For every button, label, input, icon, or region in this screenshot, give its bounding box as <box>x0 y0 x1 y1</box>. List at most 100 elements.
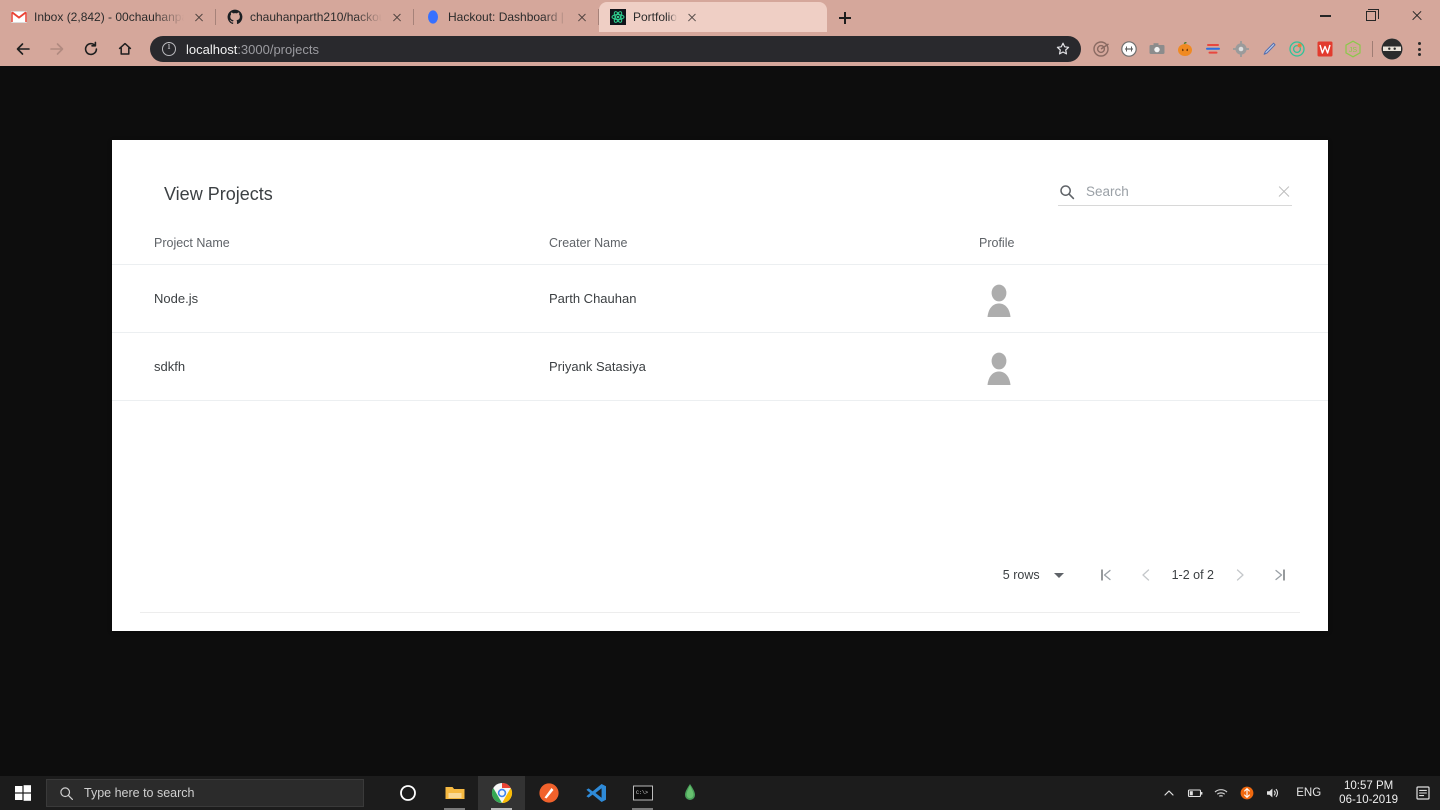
robo3t-icon[interactable] <box>666 776 713 810</box>
cortana-icon[interactable] <box>384 776 431 810</box>
chevron-down-icon <box>1053 572 1064 578</box>
cell-project-name: sdkfh <box>112 332 549 401</box>
taskbar-clock[interactable]: 10:57 PM 06-10-2019 <box>1331 779 1406 807</box>
search-input[interactable] <box>1086 184 1276 199</box>
extensions-bar: JS <box>1087 35 1434 63</box>
svg-text:JS: JS <box>1349 47 1358 54</box>
file-explorer-icon[interactable] <box>431 776 478 810</box>
tracker-icon[interactable] <box>1283 35 1311 63</box>
browser-tab-3[interactable]: Hackout: Dashboard | Devfolio <box>414 2 599 32</box>
gear-icon[interactable] <box>1227 35 1255 63</box>
column-header-project-name[interactable]: Project Name <box>112 236 549 265</box>
table-header-row: Project Name Creater Name Profile <box>112 236 1328 265</box>
reload-button[interactable] <box>77 35 105 63</box>
browser-tab-title: Hackout: Dashboard | Devfolio <box>448 10 567 24</box>
browser-tab-1[interactable]: Inbox (2,842) - 00chauhanparth@ <box>0 2 216 32</box>
column-header-profile[interactable]: Profile <box>979 236 1328 265</box>
chrome-icon[interactable] <box>478 776 525 810</box>
table-row[interactable]: Node.js Parth Chauhan <box>112 264 1328 333</box>
first-page-button[interactable] <box>1086 555 1126 595</box>
search-icon <box>60 786 73 800</box>
windows-taskbar: Type here to search C:\> ENG 10:57 PM 06… <box>0 776 1440 810</box>
gmail-icon <box>11 9 27 25</box>
table-header: Project Name Creater Name Profile <box>112 236 1328 265</box>
new-tab-button[interactable] <box>831 4 859 32</box>
taskbar-search-placeholder: Type here to search <box>84 786 195 800</box>
clock-icon[interactable] <box>1115 35 1143 63</box>
start-button[interactable] <box>0 776 46 810</box>
camera-icon[interactable] <box>1143 35 1171 63</box>
wappalyzer-icon[interactable] <box>1311 35 1339 63</box>
last-page-button[interactable] <box>1260 555 1300 595</box>
browser-tab-4[interactable]: Portfolio <box>599 2 827 32</box>
chrome-menu-button[interactable] <box>1406 35 1432 63</box>
card-header: View Projects <box>112 140 1328 236</box>
address-bar-url: localhost:3000/projects <box>186 42 319 57</box>
info-icon[interactable] <box>162 41 176 56</box>
default-avatar <box>979 346 1019 387</box>
star-icon[interactable] <box>1055 41 1071 57</box>
terminal-icon[interactable]: C:\> <box>619 776 666 810</box>
column-header-creater-name[interactable]: Creater Name <box>549 236 979 265</box>
url-path: :3000/projects <box>237 41 319 57</box>
home-button[interactable] <box>111 35 139 63</box>
battery-icon[interactable] <box>1182 776 1208 810</box>
pumpkin-icon[interactable] <box>1171 35 1199 63</box>
tab-close-icon[interactable] <box>574 9 590 25</box>
window-close-button[interactable] <box>1394 0 1440 32</box>
notification-icon[interactable] <box>1406 776 1440 810</box>
cell-profile <box>979 332 1328 401</box>
cell-project-name: Node.js <box>112 264 549 333</box>
taskbar-search-box[interactable]: Type here to search <box>46 779 364 807</box>
next-page-button[interactable] <box>1220 555 1260 595</box>
search-icon <box>1058 183 1076 201</box>
tab-close-icon[interactable] <box>684 9 700 25</box>
url-host: localhost <box>186 41 238 57</box>
stripe-icon[interactable] <box>1199 35 1227 63</box>
chevron-up-icon[interactable] <box>1156 776 1182 810</box>
close-icon[interactable] <box>1276 184 1292 200</box>
window-minimize-button[interactable] <box>1302 0 1348 32</box>
tab-close-icon[interactable] <box>389 9 405 25</box>
address-bar[interactable]: localhost:3000/projects <box>150 36 1081 62</box>
devfolio-icon <box>425 9 441 25</box>
wifi-icon[interactable] <box>1208 776 1234 810</box>
profile-avatar[interactable] <box>1378 35 1406 63</box>
projects-table: Project Name Creater Name Profile Node.j… <box>112 236 1328 401</box>
taskbar-apps: C:\> <box>384 776 713 810</box>
vscode-icon[interactable] <box>572 776 619 810</box>
tab-close-icon[interactable] <box>191 9 207 25</box>
table-row[interactable]: sdkfh Priyank Satasiya <box>112 332 1328 401</box>
rows-per-page-label: 5 rows <box>1002 568 1040 582</box>
react-icon <box>610 9 626 25</box>
window-controls <box>1302 0 1440 32</box>
forward-button[interactable] <box>43 35 71 63</box>
postman-icon[interactable] <box>525 776 572 810</box>
tab-strip: Inbox (2,842) - 00chauhanparth@ chauhanp… <box>0 0 1440 32</box>
browser-tab-title: Inbox (2,842) - 00chauhanparth@ <box>34 10 184 24</box>
rows-per-page-select[interactable]: 5 rows <box>1003 568 1064 582</box>
back-button[interactable] <box>9 35 37 63</box>
sync-icon[interactable] <box>1234 776 1260 810</box>
search-field[interactable] <box>1058 178 1292 206</box>
projects-card: View Projects Project Name Creater Name … <box>112 140 1328 631</box>
table-body: Node.js Parth Chauhan sdkfh Priyank Sata… <box>112 264 1328 401</box>
language-indicator[interactable]: ENG <box>1286 787 1331 799</box>
pagination-controls: 5 rows 1-2 of 2 <box>112 549 1328 601</box>
browser-toolbar: localhost:3000/projects <box>0 32 1440 66</box>
clock-time: 10:57 PM <box>1343 780 1394 792</box>
browser-tab-title: Portfolio <box>633 10 678 24</box>
target-icon[interactable] <box>1087 35 1115 63</box>
volume-icon[interactable] <box>1260 776 1286 810</box>
window-maximize-button[interactable] <box>1348 0 1394 32</box>
default-avatar <box>979 278 1019 319</box>
toolbar-divider <box>1372 41 1373 57</box>
pen-icon[interactable] <box>1255 35 1283 63</box>
nodejs-icon[interactable]: JS <box>1339 35 1367 63</box>
clock-date: 06-10-2019 <box>1339 794 1398 806</box>
cell-creater-name: Parth Chauhan <box>549 264 979 333</box>
previous-page-button[interactable] <box>1126 555 1166 595</box>
cell-profile <box>979 264 1328 333</box>
browser-tab-2[interactable]: chauhanparth210/hackout-backe <box>216 2 414 32</box>
system-tray: ENG 10:57 PM 06-10-2019 <box>1156 776 1440 810</box>
